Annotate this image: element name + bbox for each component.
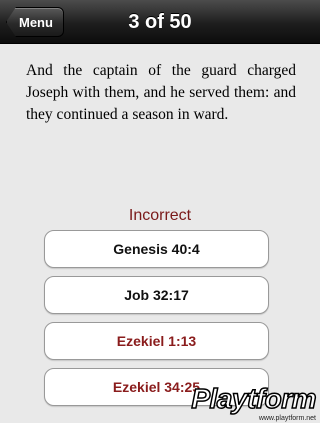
question-counter-title: 3 of 50	[128, 11, 192, 33]
menu-back-button[interactable]: Menu	[6, 7, 64, 37]
answer-button-ezekiel-1-13[interactable]: Ezekiel 1:13	[44, 322, 269, 360]
playtform-watermark: Playtform www.playtform.net	[160, 382, 320, 423]
watermark-logo: Playtform	[191, 382, 318, 415]
watermark-url: www.playtform.net	[258, 415, 316, 422]
verse-text: And the captain of the guard charged Jos…	[26, 62, 296, 123]
navigation-bar: Menu 3 of 50	[0, 0, 320, 44]
answer-button-job-32-17[interactable]: Job 32:17	[44, 276, 269, 314]
result-label: Incorrect	[128, 207, 192, 224]
answer-button-genesis-40-4[interactable]: Genesis 40:4	[44, 230, 269, 268]
